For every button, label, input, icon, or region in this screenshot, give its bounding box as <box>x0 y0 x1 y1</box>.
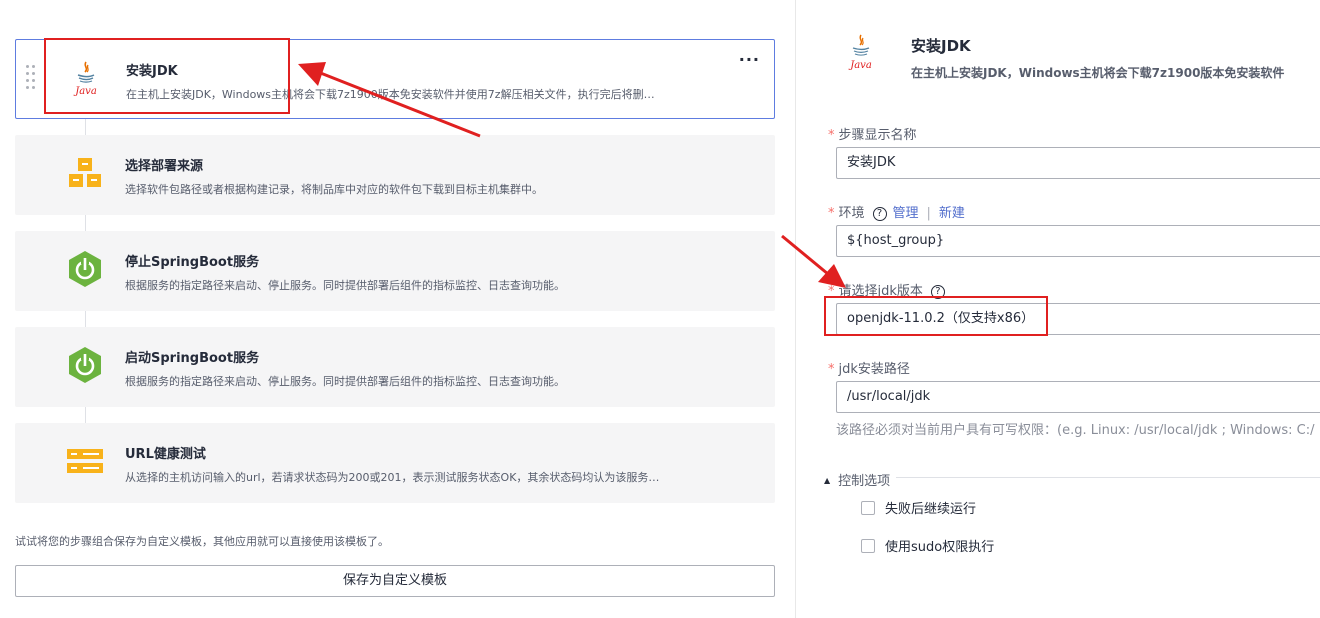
springboot-icon <box>65 249 105 289</box>
section-divider <box>896 477 1320 478</box>
package-source-icon <box>65 153 105 193</box>
step-description: 根据服务的指定路径来启动、停止服务。同时提供部署后组件的指标监控、日志查询功能。 <box>125 279 565 292</box>
environment-input[interactable]: ${host_group} <box>836 225 1320 257</box>
required-mark: * <box>828 284 835 299</box>
java-icon: Java <box>66 58 106 98</box>
new-link[interactable]: 新建 <box>939 206 965 221</box>
sudo-checkbox[interactable]: 使用sudo权限执行 <box>861 536 994 555</box>
help-icon[interactable]: ? <box>872 206 887 221</box>
required-mark: * <box>828 206 835 221</box>
step-card-select-source[interactable]: 选择部署来源 选择软件包路径或者根据构建记录，将制品库中对应的软件包下载到目标主… <box>15 135 775 215</box>
more-options-icon[interactable]: ··· <box>739 50 760 69</box>
step-card-install-jdk[interactable]: Java 安装JDK 在主机上安装JDK，Windows主机将会下载7z1900… <box>15 39 775 119</box>
step-description: 选择软件包路径或者根据构建记录，将制品库中对应的软件包下载到目标主机集群中。 <box>125 183 543 196</box>
step-title: 安装JDK <box>126 64 178 79</box>
step-title: 启动SpringBoot服务 <box>125 351 260 366</box>
jdk-version-label: * 请选择jdk版本? <box>828 280 951 299</box>
caret-up-icon: ▲ <box>824 476 831 485</box>
step-title: 选择部署来源 <box>125 159 204 174</box>
step-card-start-springboot[interactable]: 启动SpringBoot服务 根据服务的指定路径来启动、停止服务。同时提供部署后… <box>15 327 775 407</box>
jdk-version-select[interactable]: openjdk-11.0.2（仅支持x86） <box>836 303 1320 335</box>
control-options-toggle[interactable]: ▲ 控制选项 <box>824 470 890 489</box>
checkbox-icon <box>861 501 875 515</box>
url-health-icon <box>65 441 105 481</box>
template-hint: 试试将您的步骤组合保存为自定义模板，其他应用就可以直接使用该模板了。 <box>15 535 389 548</box>
jdk-path-label: * jdk安装路径 <box>828 362 910 377</box>
link-separator: | <box>926 206 931 221</box>
step-card-url-health[interactable]: URL健康测试 从选择的主机访问输入的url，若请求状态码为200或201，表示… <box>15 423 775 503</box>
continue-on-failure-checkbox[interactable]: 失败后继续运行 <box>861 498 976 517</box>
springboot-icon <box>65 345 105 385</box>
help-icon[interactable]: ? <box>930 284 945 299</box>
save-as-template-button[interactable]: 保存为自定义模板 <box>15 565 775 597</box>
step-description: 根据服务的指定路径来启动、停止服务。同时提供部署后组件的指标监控、日志查询功能。 <box>125 375 565 388</box>
step-title: 停止SpringBoot服务 <box>125 255 260 270</box>
detail-subtitle: 在主机上安装JDK，Windows主机将会下载7z1900版本免安装软件 <box>911 66 1285 80</box>
java-icon: Java <box>846 32 876 74</box>
drag-handle-icon[interactable] <box>26 65 38 95</box>
required-mark: * <box>828 128 835 143</box>
step-description: 在主机上安装JDK，Windows主机将会下载7z1900版本免安装软件并使用7… <box>126 88 655 101</box>
step-detail-panel: Java 安装JDK 在主机上安装JDK，Windows主机将会下载7z1900… <box>796 0 1320 618</box>
java-text: Java <box>848 60 872 71</box>
step-title: URL健康测试 <box>125 447 206 462</box>
required-mark: * <box>828 362 835 377</box>
step-list-panel: Java 安装JDK 在主机上安装JDK，Windows主机将会下载7z1900… <box>0 0 795 618</box>
jdk-path-input[interactable]: /usr/local/jdk <box>836 381 1320 413</box>
step-description: 从选择的主机访问输入的url，若请求状态码为200或201，表示测试服务状态OK… <box>125 471 660 484</box>
manage-link[interactable]: 管理 <box>893 206 919 221</box>
step-name-input[interactable]: 安装JDK <box>836 147 1320 179</box>
step-card-stop-springboot[interactable]: 停止SpringBoot服务 根据服务的指定路径来启动、停止服务。同时提供部署后… <box>15 231 775 311</box>
environment-label: * 环境? 管理 | 新建 <box>828 206 965 221</box>
detail-title: 安装JDK <box>911 37 971 55</box>
app-page: Java 安装JDK 在主机上安装JDK，Windows主机将会下载7z1900… <box>0 0 1320 618</box>
java-text: Java <box>73 86 97 97</box>
jdk-path-help: 该路径必须对当前用户具有可写权限：(e.g. Linux: /usr/local… <box>836 423 1315 438</box>
step-name-label: * 步骤显示名称 <box>828 128 917 143</box>
checkbox-icon <box>861 539 875 553</box>
